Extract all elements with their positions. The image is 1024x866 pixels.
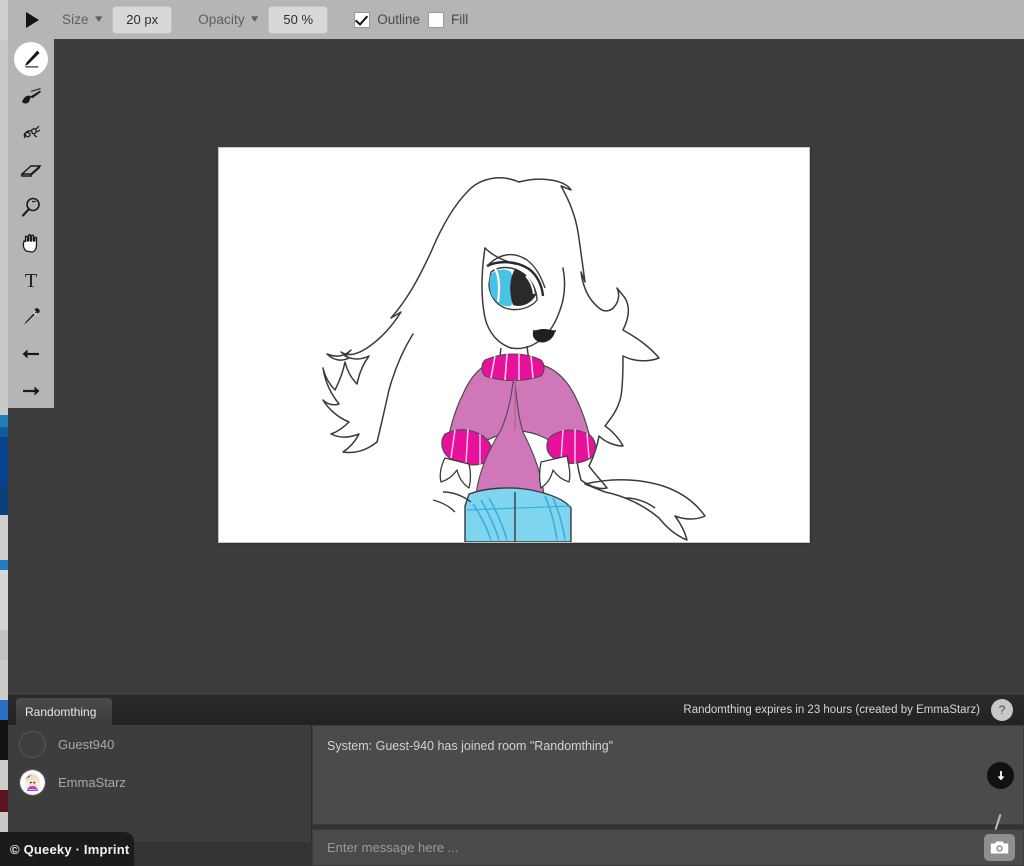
pencil-icon [25, 50, 40, 68]
size-input[interactable]: 20 px [112, 5, 173, 34]
canvas-work-area[interactable] [54, 39, 1024, 695]
chat-region: Randomthing Randomthing expires in 23 ho… [8, 695, 1024, 866]
chat-message: System: Guest-940 has joined room "Rando… [327, 739, 614, 753]
list-item[interactable]: EmmaStarz [8, 763, 311, 801]
avatar [19, 768, 46, 796]
opacity-label: Opacity [198, 12, 245, 27]
message-pane[interactable]: System: Guest-940 has joined room "Rando… [312, 725, 1024, 825]
fill-checkbox-box [427, 11, 444, 28]
opacity-chevron-down-icon[interactable]: ▾ [251, 14, 258, 25]
camera-icon [990, 841, 1009, 854]
tool-redo[interactable] [11, 373, 51, 408]
footer-credit[interactable]: © Queeky · Imprint [0, 832, 134, 866]
brush-icon [22, 88, 41, 104]
avatar [19, 730, 46, 758]
tool-scribble[interactable] [11, 116, 51, 151]
list-item[interactable]: Guest940 [8, 725, 311, 763]
outline-checkbox-box [354, 11, 371, 28]
opacity-input[interactable]: 50 % [268, 5, 329, 34]
size-label: Size [62, 12, 89, 27]
message-input[interactable]: Enter message here ... [312, 814, 1024, 866]
outline-label: Outline [377, 12, 420, 27]
text-t-icon: T [25, 270, 37, 292]
magnifier-icon [21, 197, 40, 217]
help-button[interactable]: ? [991, 699, 1013, 721]
canvas-artwork [219, 148, 809, 542]
user-name: Guest940 [58, 736, 115, 752]
tab-label: Randomthing [25, 704, 97, 719]
tool-strip: T [8, 39, 54, 408]
arrow-right-icon [23, 386, 40, 396]
room-info-text: Randomthing expires in 23 hours (created… [683, 704, 980, 716]
eyedropper-icon [24, 308, 40, 325]
tool-eraser[interactable] [11, 152, 51, 187]
tool-undo[interactable] [11, 336, 51, 371]
eraser-icon [20, 165, 42, 177]
tool-eyedropper[interactable] [11, 300, 51, 335]
tool-pencil[interactable] [11, 42, 51, 77]
top-toolbar: Size ▾ 20 px Opacity ▾ 50 % Outline Fill [8, 0, 1024, 39]
background-page-sliver [0, 0, 8, 866]
fill-label: Fill [450, 12, 469, 27]
tool-text[interactable]: T [11, 263, 51, 298]
message-input-placeholder: Enter message here ... [327, 840, 459, 855]
size-chevron-down-icon[interactable]: ▾ [95, 14, 102, 25]
chat-tab-bar: Randomthing Randomthing expires in 23 ho… [8, 695, 1024, 725]
queeky-paint-app: Size ▾ 20 px Opacity ▾ 50 % Outline Fill… [0, 0, 1024, 866]
tool-brush[interactable] [11, 79, 51, 114]
tool-hand[interactable] [11, 226, 51, 261]
user-list: Guest940 EmmaStarz [8, 725, 312, 842]
camera-button[interactable] [984, 834, 1015, 861]
svg-text:T: T [25, 270, 37, 292]
cursor-arrow-icon[interactable] [8, 0, 54, 39]
user-name: EmmaStarz [58, 774, 126, 790]
scroll-to-bottom-button[interactable] [987, 762, 1014, 789]
fill-checkbox[interactable]: Fill [427, 11, 469, 28]
arrow-left-icon [22, 349, 39, 359]
tab-randomthing[interactable]: Randomthing [16, 698, 112, 725]
footer-credit-text: © Queeky · Imprint [10, 841, 130, 857]
drawing-canvas[interactable] [218, 147, 810, 543]
arrow-down-icon [997, 770, 1004, 780]
scribble-icon [23, 125, 41, 139]
tool-zoom[interactable] [11, 189, 51, 224]
hand-icon [22, 234, 38, 254]
avatar-image [20, 769, 45, 795]
outline-checkbox[interactable]: Outline [354, 11, 420, 28]
